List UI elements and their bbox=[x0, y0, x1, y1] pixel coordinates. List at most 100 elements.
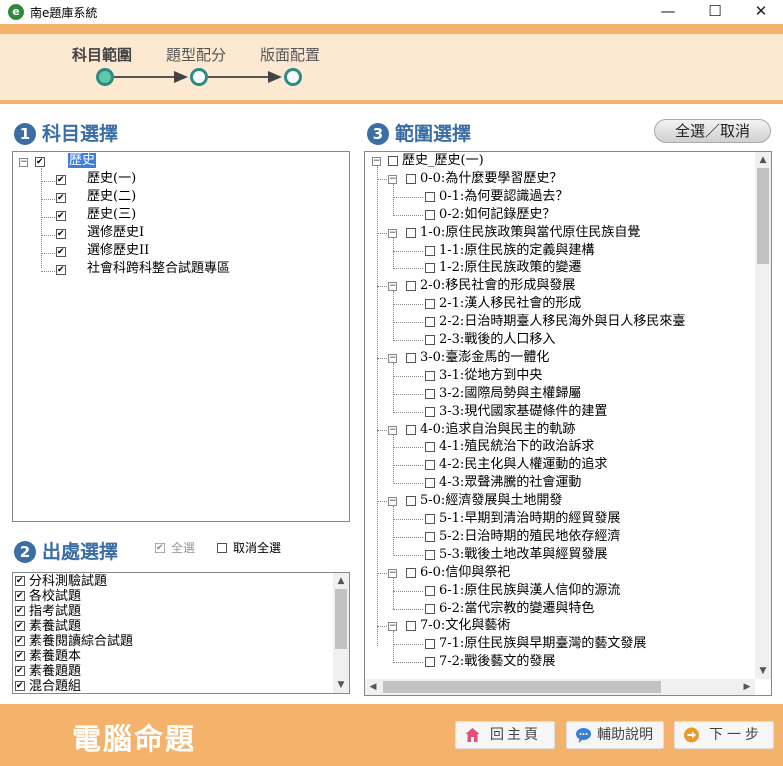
range-item-label[interactable]: 5-2:日治時期的殖民地依存經濟 bbox=[439, 528, 620, 546]
subject-item-6[interactable]: 社會科跨科整合試題專區 bbox=[87, 260, 230, 278]
range-group-expander[interactable]: − bbox=[388, 497, 397, 507]
range-item-checkbox[interactable] bbox=[425, 335, 435, 345]
range-root-expander[interactable]: − bbox=[372, 157, 381, 166]
source-checkbox[interactable] bbox=[15, 591, 25, 601]
range-group-expander[interactable]: − bbox=[388, 174, 397, 184]
range-item-checkbox[interactable] bbox=[425, 460, 435, 471]
subject-item-3[interactable]: 歷史(三) bbox=[87, 206, 136, 224]
subject-item-5[interactable]: 選修歷史II bbox=[87, 242, 149, 260]
scroll-thumb[interactable] bbox=[335, 589, 347, 649]
range-group-label[interactable]: 6-0:信仰與祭祀 bbox=[420, 564, 510, 582]
range-item-label[interactable]: 2-2:日治時期臺人移民海外與日人移民來臺 bbox=[439, 313, 685, 331]
range-group-label[interactable]: 1-0:原住民族政策與當代原住民族自覺 bbox=[420, 224, 640, 242]
range-item-label[interactable]: 1-1:原住民族的定義與建構 bbox=[439, 242, 594, 260]
source-cancel-all-option[interactable]: 取消全選 bbox=[217, 541, 307, 557]
range-root-checkbox[interactable] bbox=[388, 156, 398, 166]
range-item-checkbox[interactable] bbox=[425, 585, 435, 596]
scroll-down-icon[interactable]: ▼ bbox=[333, 677, 349, 693]
scroll-thumb[interactable] bbox=[383, 681, 661, 693]
source-checkbox[interactable] bbox=[15, 606, 25, 616]
scroll-up-icon[interactable]: ▲ bbox=[333, 573, 349, 589]
subject-checkbox-2[interactable] bbox=[56, 193, 66, 203]
range-item-label[interactable]: 7-2:戰後藝文的發展 bbox=[439, 653, 555, 671]
scroll-left-icon[interactable]: ◀ bbox=[365, 679, 381, 695]
range-item-label[interactable]: 5-1:早期到清治時期的經貿發展 bbox=[439, 510, 620, 528]
range-item-checkbox[interactable] bbox=[425, 549, 435, 560]
range-group-checkbox[interactable] bbox=[406, 621, 416, 632]
range-toggle-all-button[interactable]: 全選／取消 bbox=[654, 119, 771, 143]
range-group-label[interactable]: 4-0:追求自治與民主的軌跡 bbox=[420, 421, 575, 439]
close-button[interactable]: ✕ bbox=[738, 0, 783, 24]
range-group-label[interactable]: 5-0:經濟發展與土地開發 bbox=[420, 492, 562, 510]
source-checkbox[interactable] bbox=[15, 621, 25, 631]
range-item-checkbox[interactable] bbox=[425, 209, 435, 220]
range-item-label[interactable]: 6-2:當代宗教的變遷與特色 bbox=[439, 600, 594, 618]
range-group-label[interactable]: 0-0:為什麼要學習歷史？ bbox=[420, 170, 562, 188]
source-checkbox[interactable] bbox=[15, 576, 25, 586]
range-item-label[interactable]: 5-3:戰後土地改革與經貿發展 bbox=[439, 546, 607, 564]
scroll-down-icon[interactable]: ▼ bbox=[755, 663, 771, 679]
source-select-all-checkbox[interactable] bbox=[155, 543, 165, 553]
subject-item-2[interactable]: 歷史(二) bbox=[87, 188, 136, 206]
range-item-label[interactable]: 0-1:為何要認識過去？ bbox=[439, 188, 568, 206]
range-group-checkbox[interactable] bbox=[406, 281, 416, 292]
range-group-checkbox[interactable] bbox=[406, 424, 416, 435]
source-checkbox[interactable] bbox=[15, 636, 25, 646]
range-item-checkbox[interactable] bbox=[425, 299, 435, 310]
range-item-label[interactable]: 1-2:原住民族政策的變遷 bbox=[439, 259, 581, 277]
range-tree-vscrollbar[interactable]: ▲ ▼ bbox=[755, 152, 771, 679]
next-step-button[interactable]: 下一步 bbox=[674, 721, 774, 749]
range-item-label[interactable]: 4-1:殖民統治下的政治訴求 bbox=[439, 438, 594, 456]
range-group-expander[interactable]: − bbox=[388, 282, 397, 292]
subject-checkbox-6[interactable] bbox=[56, 265, 66, 275]
range-item-checkbox[interactable] bbox=[425, 531, 435, 542]
range-item-checkbox[interactable] bbox=[425, 406, 435, 417]
range-item-label[interactable]: 6-1:原住民族與漢人信仰的源流 bbox=[439, 582, 620, 600]
range-item-label[interactable]: 4-2:民主化與人權運動的追求 bbox=[439, 456, 607, 474]
subject-checkbox-5[interactable] bbox=[56, 247, 66, 257]
range-item-checkbox[interactable] bbox=[425, 388, 435, 399]
range-group-checkbox[interactable] bbox=[406, 227, 416, 238]
minimize-button[interactable]: — bbox=[645, 0, 691, 24]
range-group-expander[interactable]: − bbox=[388, 228, 397, 238]
subject-root-checkbox[interactable] bbox=[35, 157, 45, 167]
range-group-checkbox[interactable] bbox=[406, 496, 416, 507]
range-group-expander[interactable]: − bbox=[388, 425, 397, 435]
help-button[interactable]: 輔助說明 bbox=[566, 721, 664, 749]
subject-checkbox-3[interactable] bbox=[56, 211, 66, 221]
range-item-checkbox[interactable] bbox=[425, 657, 435, 668]
range-item-checkbox[interactable] bbox=[425, 317, 435, 328]
range-root-label[interactable]: 歷史_歷史(一) bbox=[402, 152, 484, 170]
range-group-label[interactable]: 3-0:臺澎金馬的一體化 bbox=[420, 349, 549, 367]
range-item-label[interactable]: 2-3:戰後的人口移入 bbox=[439, 331, 555, 349]
scroll-thumb[interactable] bbox=[757, 168, 769, 264]
range-group-expander[interactable]: − bbox=[388, 568, 397, 578]
home-button[interactable]: 回主頁 bbox=[455, 721, 555, 749]
range-group-label[interactable]: 2-0:移民社會的形成與發展 bbox=[420, 277, 575, 295]
range-group-expander[interactable]: − bbox=[388, 622, 397, 632]
source-checkbox[interactable] bbox=[15, 651, 25, 661]
range-item-label[interactable]: 3-1:從地方到中央 bbox=[439, 367, 542, 385]
range-item-checkbox[interactable] bbox=[425, 639, 435, 650]
range-item-label[interactable]: 0-2:如何記錄歷史？ bbox=[439, 206, 555, 224]
range-item-checkbox[interactable] bbox=[425, 442, 435, 453]
range-item-label[interactable]: 7-1:原住民族與早期臺灣的藝文發展 bbox=[439, 635, 646, 653]
range-group-label[interactable]: 7-0:文化與藝術 bbox=[420, 617, 510, 635]
range-group-checkbox[interactable] bbox=[406, 352, 416, 363]
source-list-scrollbar[interactable]: ▲ ▼ bbox=[333, 573, 349, 693]
range-item-label[interactable]: 4-3:眾聲沸騰的社會運動 bbox=[439, 474, 581, 492]
subject-item-4[interactable]: 選修歷史I bbox=[87, 224, 144, 242]
scroll-up-icon[interactable]: ▲ bbox=[755, 152, 771, 168]
subject-checkbox-1[interactable] bbox=[56, 175, 66, 185]
range-tree-hscrollbar[interactable]: ◀ ▶ bbox=[365, 679, 755, 695]
subject-checkbox-4[interactable] bbox=[56, 229, 66, 239]
subject-root-label[interactable]: 歷史 bbox=[68, 152, 97, 170]
range-group-checkbox[interactable] bbox=[406, 173, 416, 184]
range-group-expander[interactable]: − bbox=[388, 353, 397, 363]
source-checkbox[interactable] bbox=[15, 681, 25, 691]
range-item-label[interactable]: 3-2:國際局勢與主權歸屬 bbox=[439, 385, 581, 403]
source-cancel-all-checkbox[interactable] bbox=[217, 543, 227, 553]
source-select-all-option[interactable]: 全選 bbox=[155, 541, 215, 557]
range-item-checkbox[interactable] bbox=[425, 245, 435, 256]
scroll-right-icon[interactable]: ▶ bbox=[739, 679, 755, 695]
